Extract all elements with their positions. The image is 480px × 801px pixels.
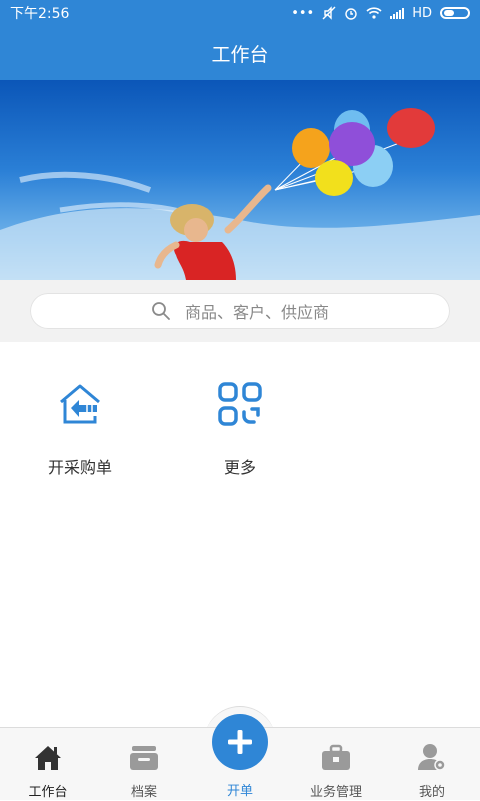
shortcut-purchase-order[interactable]: 开采购单 <box>20 342 140 477</box>
signal-icon <box>390 8 405 19</box>
network-label: HD <box>412 5 432 21</box>
open-order-button[interactable] <box>212 714 268 770</box>
user-gear-icon <box>418 744 446 771</box>
search-placeholder: 商品、客户、供应商 <box>184 303 329 322</box>
search-area: 商品、客户、供应商 <box>0 280 480 342</box>
wifi-icon <box>366 7 382 19</box>
tab-mine[interactable]: 我的 <box>384 728 480 801</box>
shortcut-grid: 开采购单 更多 <box>0 342 480 727</box>
page-title: 工作台 <box>211 43 269 66</box>
banner-image[interactable] <box>0 80 480 280</box>
alarm-icon <box>345 8 357 20</box>
tab-workbench[interactable]: 工作台 <box>0 728 96 801</box>
status-icons: ••• HD <box>291 6 470 21</box>
search-input[interactable]: 商品、客户、供应商 <box>30 293 450 329</box>
search-icon <box>152 302 170 320</box>
plus-icon <box>228 730 252 754</box>
shortcut-label: 开采购单 <box>47 458 112 477</box>
tab-label: 档案 <box>130 785 157 800</box>
shortcut-more[interactable]: 更多 <box>180 342 300 477</box>
briefcase-icon <box>322 744 350 770</box>
house-arrow-icon <box>60 384 100 424</box>
battery-icon <box>440 7 470 19</box>
more-dots-icon: ••• <box>291 5 315 21</box>
status-time: 下午2:56 <box>10 6 70 22</box>
mute-icon <box>322 6 336 20</box>
tab-label: 我的 <box>418 785 445 800</box>
fab-label: 开单 <box>226 784 253 799</box>
tab-archive[interactable]: 档案 <box>96 728 192 801</box>
header: 工作台 <box>0 26 480 80</box>
tab-label: 工作台 <box>28 785 68 800</box>
grid-more-icon <box>218 382 262 426</box>
banner-illustration <box>0 108 480 280</box>
tab-business-management[interactable]: 业务管理 <box>288 728 384 801</box>
home-icon <box>35 746 61 770</box>
status-bar: 下午2:56 ••• HD <box>0 0 480 26</box>
tab-label: 业务管理 <box>309 785 362 800</box>
archive-box-icon <box>130 746 158 770</box>
shortcut-label: 更多 <box>223 458 256 477</box>
